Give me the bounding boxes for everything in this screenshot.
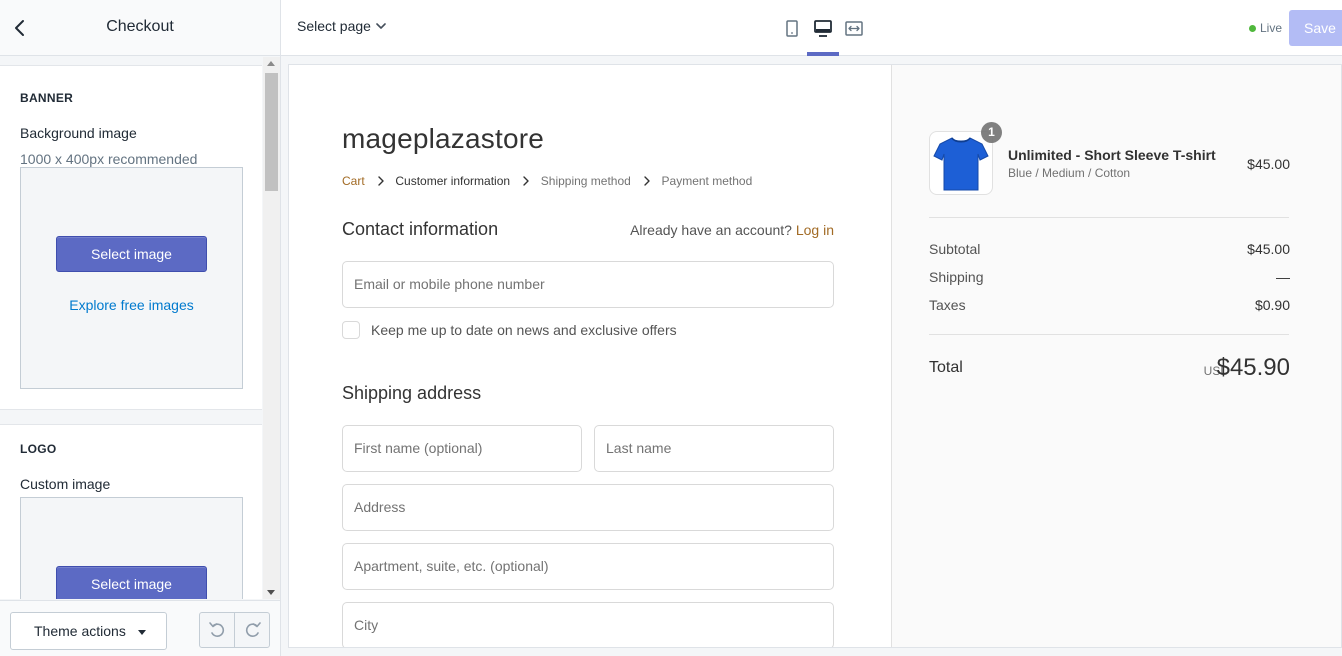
desktop-view-icon[interactable] — [812, 18, 834, 40]
account-prompt: Already have an account? Log in — [630, 222, 834, 238]
chevron-right-icon — [377, 176, 385, 186]
first-name-field[interactable]: First name (optional) — [342, 425, 582, 472]
breadcrumb-cart[interactable]: Cart — [342, 174, 365, 188]
subtotal-value: $45.00 — [1247, 241, 1290, 257]
store-name[interactable]: mageplazastore — [342, 123, 544, 155]
banner-section: BANNER Background image 1000 x 400px rec… — [0, 65, 262, 410]
scroll-down-arrow-icon[interactable] — [267, 590, 275, 595]
product-thumbnail — [929, 131, 993, 195]
order-summary-panel: 1 Unlimited - Short Sleeve T-shirt Blue … — [892, 65, 1341, 647]
banner-heading: BANNER — [20, 91, 74, 105]
city-field[interactable]: City — [342, 602, 834, 647]
shipping-address-title: Shipping address — [342, 383, 482, 403]
logo-heading: LOGO — [20, 442, 57, 456]
product-name: Unlimited - Short Sleeve T-shirt — [1008, 147, 1216, 163]
breadcrumb-payment-method: Payment method — [661, 173, 753, 188]
chevron-down-icon[interactable] — [375, 20, 387, 32]
banner-image-picker: Select image Explore free images — [20, 167, 243, 389]
breadcrumb: Cart Customer information Shipping metho… — [342, 173, 752, 188]
logo-image-picker: Select image — [20, 497, 243, 599]
scroll-up-arrow-icon[interactable] — [267, 61, 275, 66]
undo-button[interactable] — [200, 613, 235, 647]
chevron-right-icon — [522, 176, 530, 186]
quantity-badge: 1 — [981, 122, 1002, 143]
address-field[interactable]: Address — [342, 484, 834, 531]
product-variant: Blue / Medium / Cotton — [1008, 166, 1131, 180]
image-size-help-text: 1000 x 400px recommended — [20, 151, 198, 167]
newsletter-label[interactable]: Keep me up to date on news and exclusive… — [371, 322, 677, 338]
full-width-view-icon[interactable] — [843, 18, 865, 40]
total-label: Total — [929, 359, 963, 376]
redo-icon — [245, 622, 261, 637]
summary-divider — [929, 334, 1289, 335]
select-page-dropdown[interactable]: Select page — [297, 18, 371, 34]
editor-top-bar: Select page Live Save — [281, 0, 1342, 56]
theme-actions-label: Theme actions — [34, 623, 126, 639]
logo-section: LOGO Custom image Select image — [0, 424, 262, 599]
custom-image-label: Custom image — [20, 476, 111, 492]
breadcrumb-shipping-method: Shipping method — [540, 173, 631, 188]
contact-information-title: Contact information — [342, 219, 499, 239]
sidebar-header: Checkout — [0, 0, 280, 56]
summary-divider — [929, 217, 1289, 218]
checkout-main-column: mageplazastore Cart Customer information… — [289, 65, 892, 647]
logo-select-image-button[interactable]: Select image — [56, 566, 207, 599]
undo-icon — [209, 622, 225, 637]
taxes-value: $0.90 — [1254, 297, 1290, 313]
tshirt-icon — [933, 137, 989, 191]
subtotal-label: Subtotal — [929, 241, 981, 257]
scrollbar-thumb[interactable] — [265, 73, 278, 191]
background-image-label: Background image — [20, 125, 137, 141]
theme-actions-button[interactable]: Theme actions — [10, 612, 167, 650]
shipping-label: Shipping — [929, 269, 984, 285]
sidebar-settings-panel: BANNER Background image 1000 x 400px rec… — [0, 57, 280, 599]
mobile-view-icon[interactable] — [781, 18, 803, 40]
caret-down-icon — [138, 630, 146, 635]
live-status-dot-icon — [1249, 25, 1256, 32]
newsletter-checkbox[interactable] — [342, 321, 360, 339]
apartment-field[interactable]: Apartment, suite, etc. (optional) — [342, 543, 834, 590]
redo-button[interactable] — [235, 613, 270, 647]
undo-redo-group — [199, 612, 270, 648]
explore-free-images-link[interactable]: Explore free images — [21, 297, 242, 313]
save-button[interactable]: Save — [1289, 10, 1342, 46]
total-value: $45.90 — [1216, 354, 1290, 381]
checkout-preview-frame: mageplazastore Cart Customer information… — [288, 64, 1342, 648]
last-name-field[interactable]: Last name — [594, 425, 834, 472]
taxes-label: Taxes — [929, 297, 966, 313]
active-view-indicator — [807, 52, 839, 56]
sidebar-title: Checkout — [106, 18, 174, 35]
product-price: $45.00 — [1247, 156, 1290, 172]
banner-select-image-button[interactable]: Select image — [56, 236, 207, 272]
breadcrumb-customer-information: Customer information — [395, 173, 511, 188]
login-link[interactable]: Log in — [796, 222, 834, 238]
sidebar-footer: Theme actions — [0, 600, 280, 656]
theme-editor-sidebar: Checkout BANNER Background image 1000 x … — [0, 0, 281, 656]
live-status-label: Live — [1260, 21, 1283, 35]
sidebar-scrollbar[interactable] — [263, 57, 280, 599]
shipping-value: — — [1276, 269, 1290, 285]
account-prompt-text: Already have an account? — [630, 222, 792, 238]
email-field[interactable]: Email or mobile phone number — [342, 261, 834, 308]
chevron-right-icon — [643, 176, 651, 186]
